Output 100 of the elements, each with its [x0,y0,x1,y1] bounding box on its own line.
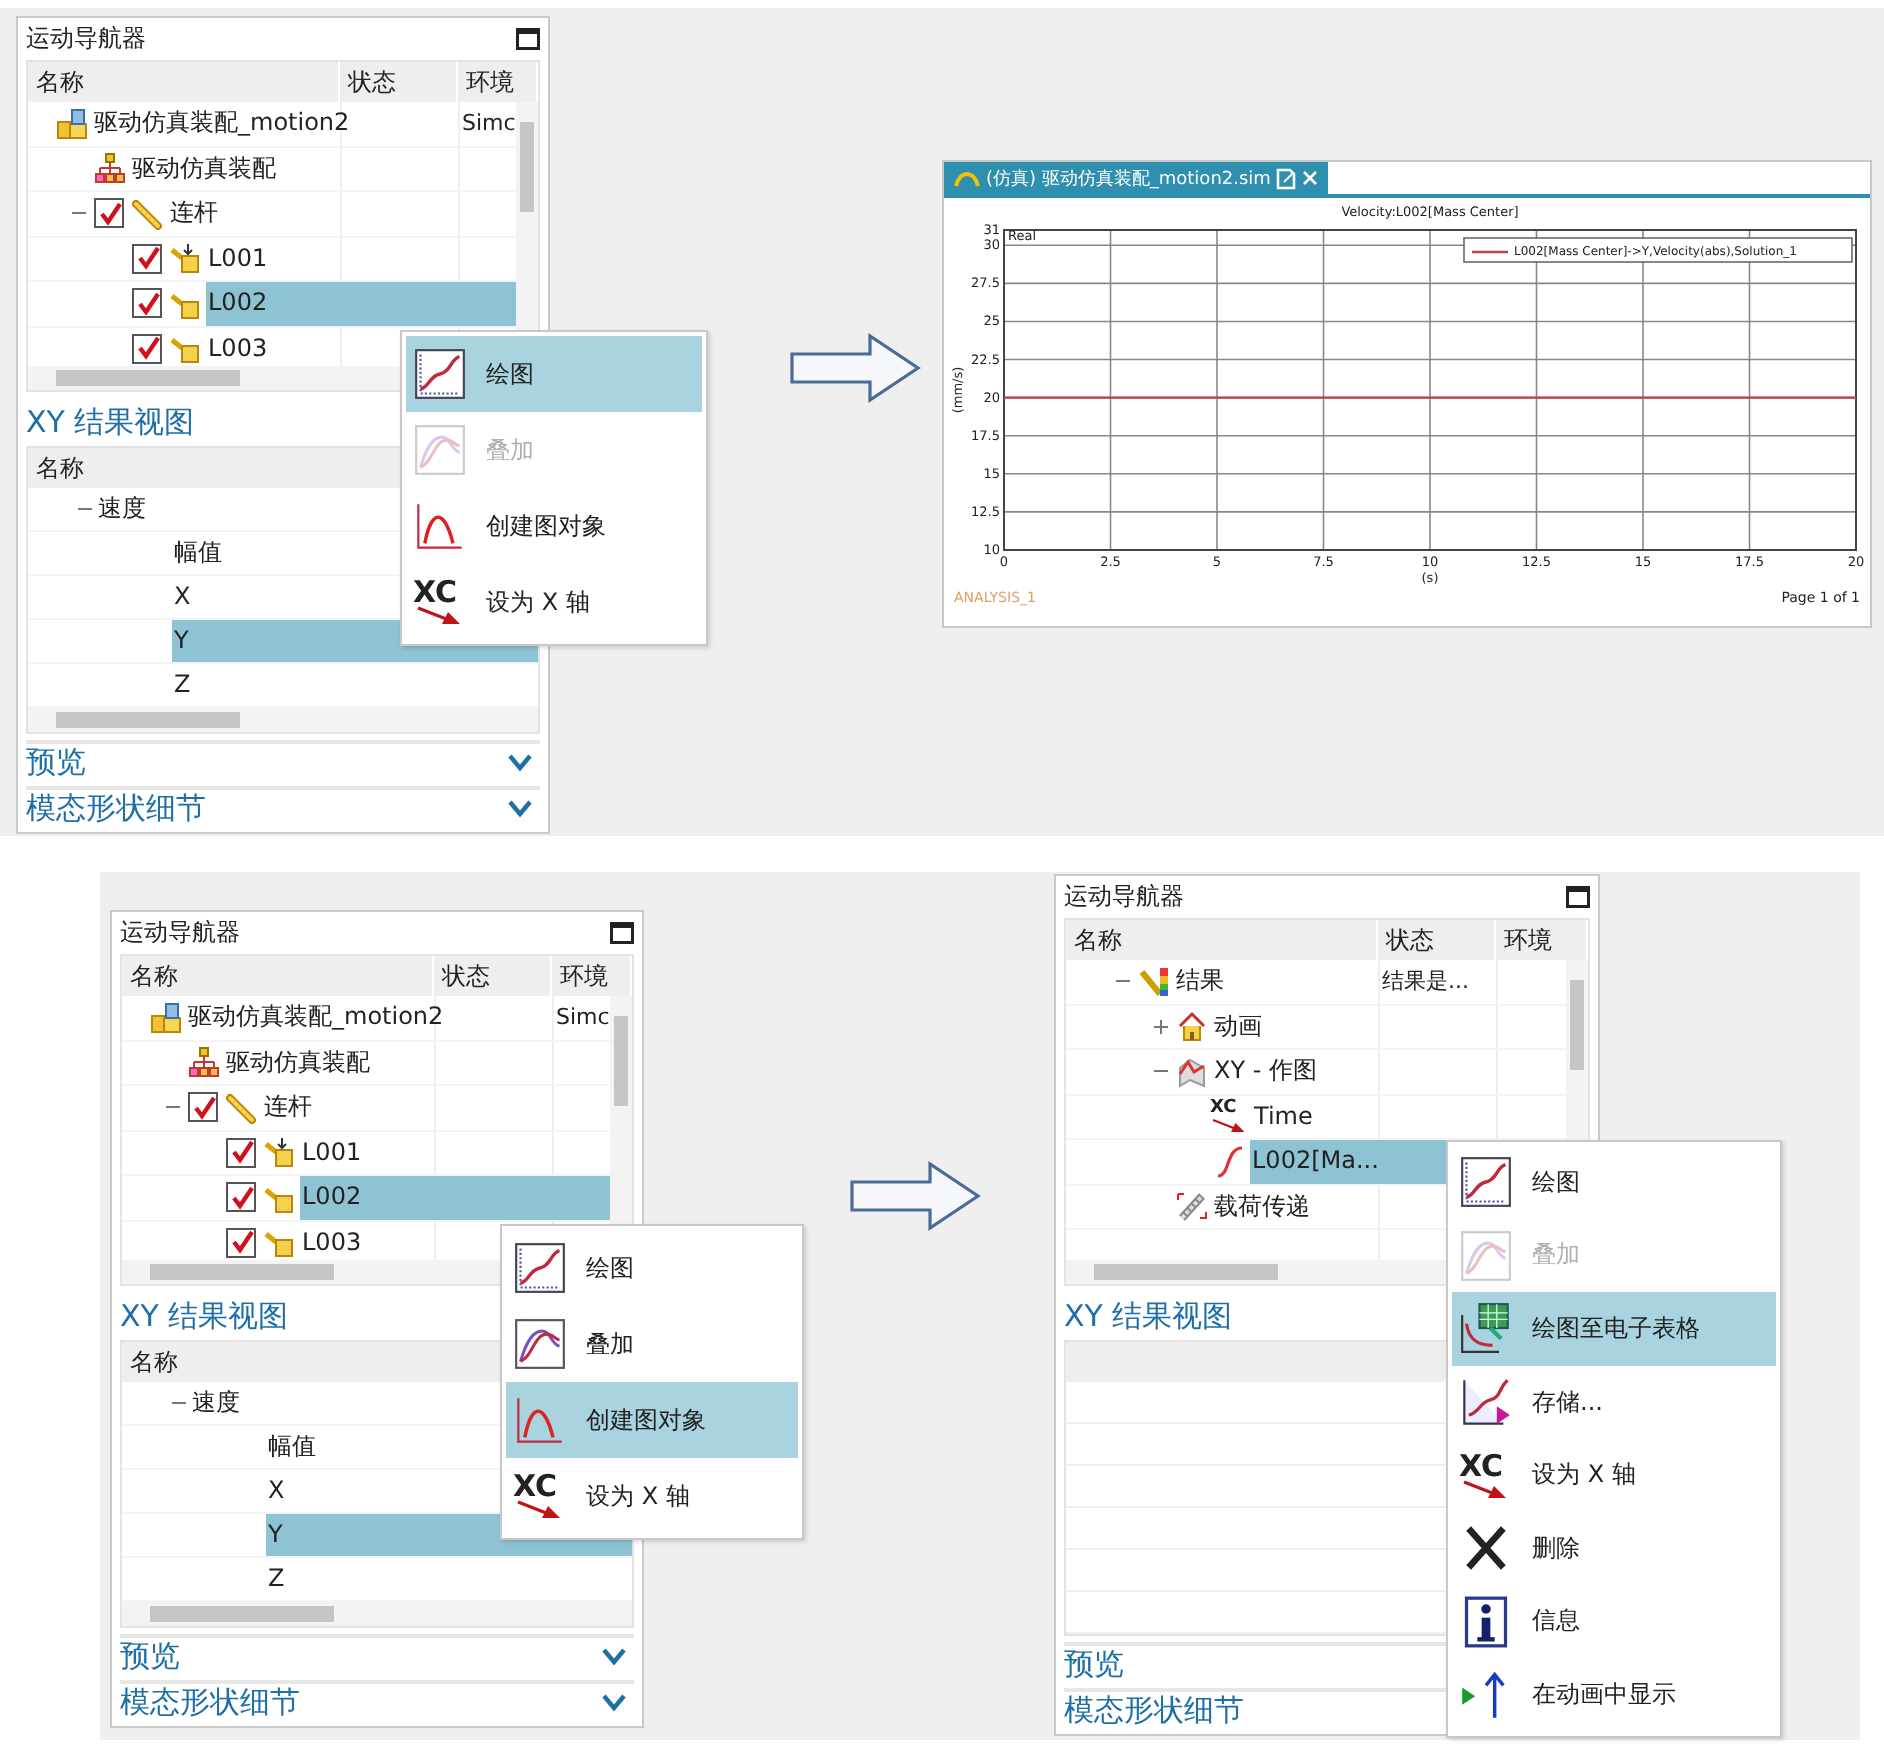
chart-icon [1176,1055,1208,1088]
tree-item[interactable]: Z [172,664,538,706]
menu-item[interactable]: XC 设为 X 轴 [1452,1438,1776,1512]
spreadsheet-icon [1460,1302,1512,1355]
checkbox[interactable] [226,1227,256,1258]
arc-icon [954,168,980,188]
chevron-down-icon[interactable] [602,1693,626,1711]
tree-item[interactable]: 驱动仿真装配 [130,147,340,190]
menu-item[interactable]: 绘图 [506,1230,798,1306]
menu-item[interactable]: 存储... [1452,1365,1776,1439]
axis-label: XC [1210,1099,1237,1118]
cube-icon [170,332,202,365]
column-header[interactable]: 状态 [340,62,458,102]
tree-item[interactable]: L001 [300,1131,434,1174]
checkbox[interactable] [132,288,162,319]
bell-curve-icon [514,1394,566,1446]
tree-item[interactable]: 结果 [1174,960,1378,1003]
checkbox[interactable] [226,1182,256,1213]
overlay-chart-icon [1460,1229,1512,1282]
tree-item[interactable]: XY - 作图 [1212,1050,1378,1093]
horizontal-scrollbar[interactable] [28,708,538,732]
panel-title: 运动导航器 [1064,880,1184,914]
arrow-icon [850,1160,982,1232]
hierarchy-icon [94,152,126,185]
house-icon [1176,1010,1208,1043]
line-chart-icon [414,348,466,400]
checkbox[interactable] [132,243,162,274]
section-title[interactable]: 预览 [26,743,86,781]
axis-label: XC [413,578,458,606]
section-title: XY 结果视图 [1064,1298,1233,1336]
arrow-icon [790,332,922,404]
tree-item[interactable]: 驱动仿真装配_motion2 [92,102,350,145]
column-header[interactable]: 名称 [122,956,434,996]
panel-title: 运动导航器 [120,916,240,950]
tree-item[interactable]: Z [266,1558,632,1600]
tree-item[interactable]: L003 [206,327,340,366]
tree-item[interactable]: 动画 [1212,1005,1378,1048]
line-chart-icon [514,1242,566,1294]
table-cell-text: 结果是... [1380,966,1471,998]
info-icon [1460,1595,1512,1648]
menu-item[interactable]: 绘图 [406,336,702,412]
column-header[interactable]: 名称 [28,62,340,102]
menu-item[interactable]: 创建图对象 [406,488,702,564]
tree-item[interactable]: L002[Ma... [1250,1140,1379,1183]
hierarchy-icon [188,1046,220,1079]
tree-item[interactable]: 连杆 [262,1086,434,1129]
arrow-icon [513,1500,561,1520]
tree-item[interactable]: Time [1252,1095,1378,1138]
menu-item[interactable]: 绘图至电子表格 [1452,1292,1776,1366]
chevron-down-icon[interactable] [508,799,532,817]
menu-item[interactable]: 创建图对象 [506,1382,798,1458]
cube-icon [264,1136,296,1169]
tree-item[interactable]: L003 [300,1221,434,1260]
panel-title: 运动导航器 [26,22,146,56]
checkbox[interactable] [226,1137,256,1168]
checkbox[interactable] [132,333,162,364]
menu-item[interactable]: 在动画中显示 [1452,1658,1776,1732]
column-header[interactable]: 名称 [1066,920,1378,960]
expand-toggle[interactable] [1151,1017,1169,1036]
menu-item[interactable]: 删除 [1452,1511,1776,1586]
menu-item[interactable]: 绘图 [1452,1146,1776,1220]
tree-item[interactable]: L002 [206,282,340,325]
table-cell-text: Simc [554,1002,610,1034]
chevron-down-icon[interactable] [508,753,532,771]
rod-icon [132,197,164,230]
menu-item[interactable]: 信息 [1452,1585,1776,1659]
section-title[interactable]: 模态形状细节 [120,1683,300,1721]
tree-item[interactable]: 驱动仿真装配_motion2 [186,996,444,1039]
checkbox[interactable] [94,198,124,229]
section-title[interactable]: 模态形状细节 [1064,1691,1244,1729]
document-tab[interactable]: (仿真) 驱动仿真装配_motion2.sim [944,162,1329,194]
tree-item[interactable]: 连杆 [168,192,340,235]
overlay-chart-icon [514,1318,566,1370]
arrow-icon [1459,1479,1507,1500]
maximize-icon[interactable] [1566,886,1590,908]
maximize-icon[interactable] [516,28,540,50]
cube-stack-icon [150,1001,182,1034]
section-title[interactable]: 预览 [1064,1645,1124,1683]
table-cell-text: Simc [460,108,516,140]
close-icon[interactable] [1302,170,1319,186]
arrow-icon [1210,1117,1246,1134]
arrow-icon [413,606,461,626]
tree-item[interactable]: 驱动仿真装配 [224,1041,434,1084]
tree-item[interactable]: L001 [206,237,340,280]
column-header[interactable]: 状态 [434,956,552,996]
chevron-down-icon[interactable] [602,1647,626,1665]
axis-label: XC [513,1472,558,1500]
section-title[interactable]: 模态形状细节 [26,789,206,827]
bell-curve-icon [414,500,466,552]
tree-item[interactable]: L002 [300,1176,434,1219]
horizontal-scrollbar[interactable] [122,1602,632,1626]
cube-stack-icon [56,107,88,140]
overlay-chart-icon [414,424,466,476]
chart-arrow-icon [1460,1376,1512,1429]
tree-item[interactable]: 载荷传递 [1212,1185,1378,1228]
section-title[interactable]: 预览 [120,1637,180,1675]
maximize-icon[interactable] [610,922,634,944]
section-title: XY 结果视图 [26,404,195,442]
column-header[interactable]: 状态 [1378,920,1496,960]
checkbox[interactable] [188,1092,218,1123]
